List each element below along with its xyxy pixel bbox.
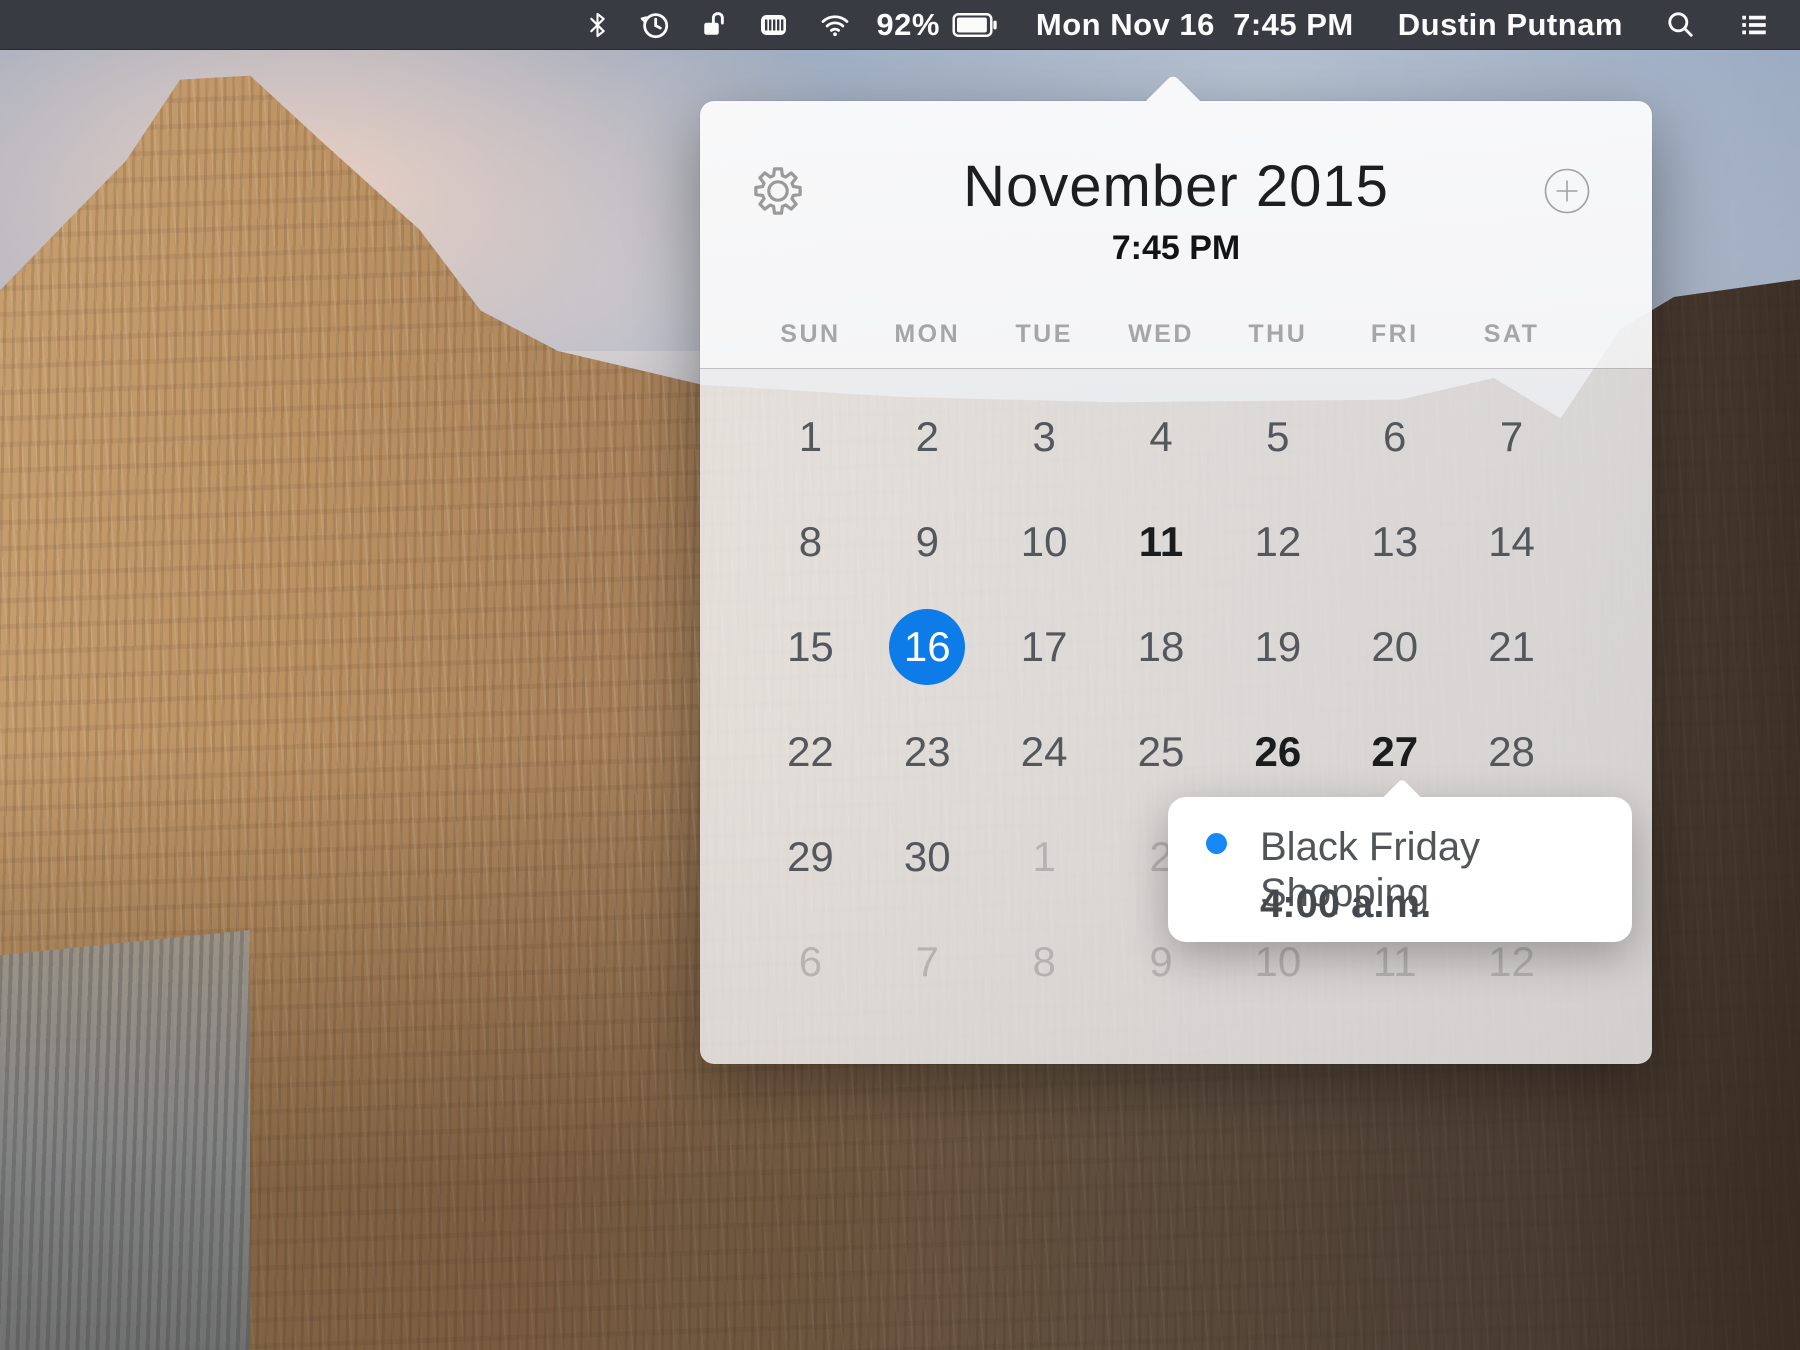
day-cell[interactable]: 3: [986, 384, 1103, 489]
selected-day-circle: 16: [889, 609, 965, 685]
day-cell[interactable]: 22: [752, 699, 869, 804]
day-cell[interactable]: 23: [869, 699, 986, 804]
search-icon[interactable]: [1645, 0, 1716, 50]
popover-arrow: [1123, 74, 1223, 101]
day-cell[interactable]: 21: [1453, 594, 1570, 699]
weekday-label: THU: [1219, 313, 1336, 355]
day-cell[interactable]: 1: [752, 384, 869, 489]
add-event-button[interactable]: [1543, 167, 1591, 215]
event-tooltip-arrow: [1362, 779, 1442, 797]
day-cell[interactable]: 29: [752, 804, 869, 909]
barcode-icon[interactable]: [743, 0, 804, 50]
day-cell[interactable]: 7: [869, 909, 986, 1014]
day-cell[interactable]: 19: [1219, 594, 1336, 699]
day-cell[interactable]: 28: [1453, 699, 1570, 804]
time-machine-icon[interactable]: [625, 0, 685, 50]
battery-icon[interactable]: [946, 0, 1014, 50]
calendar-month-title: November 2015: [700, 153, 1652, 220]
notification-center-icon[interactable]: [1716, 0, 1800, 50]
day-cell[interactable]: 1: [986, 804, 1103, 909]
day-cell[interactable]: 17: [986, 594, 1103, 699]
day-cell[interactable]: 20: [1336, 594, 1453, 699]
day-cell[interactable]: 15: [752, 594, 869, 699]
day-cell[interactable]: 2: [869, 384, 986, 489]
menu-bar-user[interactable]: Dustin Putnam: [1376, 0, 1645, 50]
wifi-icon[interactable]: [804, 0, 866, 50]
weekday-label: FRI: [1336, 313, 1453, 355]
weekday-label: SUN: [752, 313, 869, 355]
weekday-label: WED: [1103, 313, 1220, 355]
weekday-header-row: SUNMONTUEWEDTHUFRISAT: [752, 313, 1570, 355]
weekday-label: MON: [869, 313, 986, 355]
day-cell[interactable]: 13: [1336, 489, 1453, 594]
day-cell[interactable]: 4: [1103, 384, 1220, 489]
event-tooltip: Black Friday Shopping 4:00 a.m.: [1168, 797, 1632, 942]
header-divider: [700, 368, 1652, 369]
calendar-current-time: 7:45 PM: [700, 229, 1652, 268]
day-cell[interactable]: 30: [869, 804, 986, 909]
unlocked-padlock-icon[interactable]: [685, 0, 743, 50]
wallpaper-rock-left: [0, 930, 250, 1350]
day-cell[interactable]: 18: [1103, 594, 1220, 699]
day-cell[interactable]: 6: [752, 909, 869, 1014]
day-cell[interactable]: 25: [1103, 699, 1220, 804]
event-color-dot: [1206, 833, 1227, 854]
day-cell[interactable]: 26: [1219, 699, 1336, 804]
day-cell[interactable]: 8: [986, 909, 1103, 1014]
day-cell[interactable]: 6: [1336, 384, 1453, 489]
menu-bar: 92% Mon Nov 16 7:45 PM Dustin Putnam: [0, 0, 1800, 50]
day-cell[interactable]: 11: [1103, 489, 1220, 594]
day-cell[interactable]: 10: [986, 489, 1103, 594]
day-cell[interactable]: 24: [986, 699, 1103, 804]
battery-percentage: 92%: [876, 7, 940, 43]
day-cell[interactable]: 7: [1453, 384, 1570, 489]
day-cell[interactable]: 14: [1453, 489, 1570, 594]
menu-bar-clock[interactable]: Mon Nov 16 7:45 PM: [1014, 0, 1376, 50]
weekday-label: SAT: [1453, 313, 1570, 355]
day-cell[interactable]: 5: [1219, 384, 1336, 489]
day-cell[interactable]: 12: [1219, 489, 1336, 594]
day-cell[interactable]: 9: [869, 489, 986, 594]
bluetooth-icon[interactable]: [570, 0, 625, 50]
weekday-label: TUE: [986, 313, 1103, 355]
day-cell[interactable]: 8: [752, 489, 869, 594]
day-cell[interactable]: 16: [869, 594, 986, 699]
event-time: 4:00 a.m.: [1260, 881, 1431, 927]
